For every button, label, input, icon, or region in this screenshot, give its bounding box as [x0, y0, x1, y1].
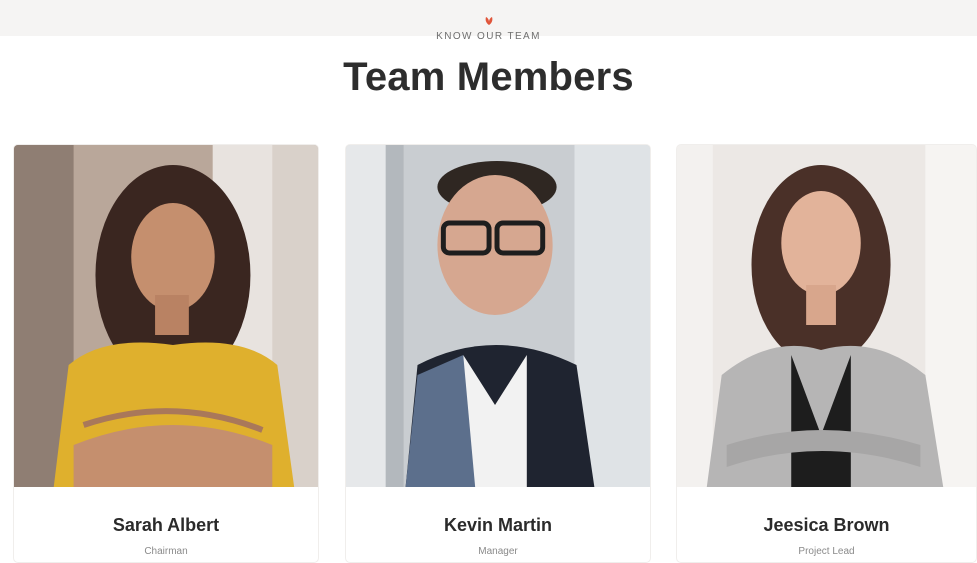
team-grid: Sarah Albert Chairman Kevin Martin Manag… — [13, 144, 977, 563]
team-card[interactable]: Jeesica Brown Project Lead — [676, 144, 977, 563]
portrait-man-glasses-suit-image — [346, 145, 650, 487]
member-name[interactable]: Kevin Martin — [346, 515, 650, 536]
member-role: Chairman — [144, 546, 188, 557]
member-info: Sarah Albert Chairman — [14, 515, 318, 557]
member-info: Kevin Martin Manager — [346, 515, 650, 557]
member-photo — [346, 145, 650, 487]
member-info: Jeesica Brown Project Lead — [677, 515, 976, 557]
section-title: Team Members — [343, 55, 634, 99]
member-photo — [677, 145, 976, 487]
member-role: Manager — [478, 546, 518, 557]
section-eyebrow: KNOW OUR TEAM — [436, 31, 541, 42]
portrait-woman-grey-cardigan-image — [677, 145, 976, 487]
leaf-icon — [485, 17, 492, 25]
member-name[interactable]: Jeesica Brown — [677, 515, 976, 536]
team-card[interactable]: Sarah Albert Chairman — [13, 144, 319, 563]
member-role: Project Lead — [798, 546, 855, 557]
team-card[interactable]: Kevin Martin Manager — [345, 144, 651, 563]
portrait-woman-yellow-top-image — [14, 145, 318, 487]
section-header: KNOW OUR TEAM Team Members — [0, 16, 977, 100]
member-name[interactable]: Sarah Albert — [14, 515, 318, 536]
member-photo — [14, 145, 318, 487]
